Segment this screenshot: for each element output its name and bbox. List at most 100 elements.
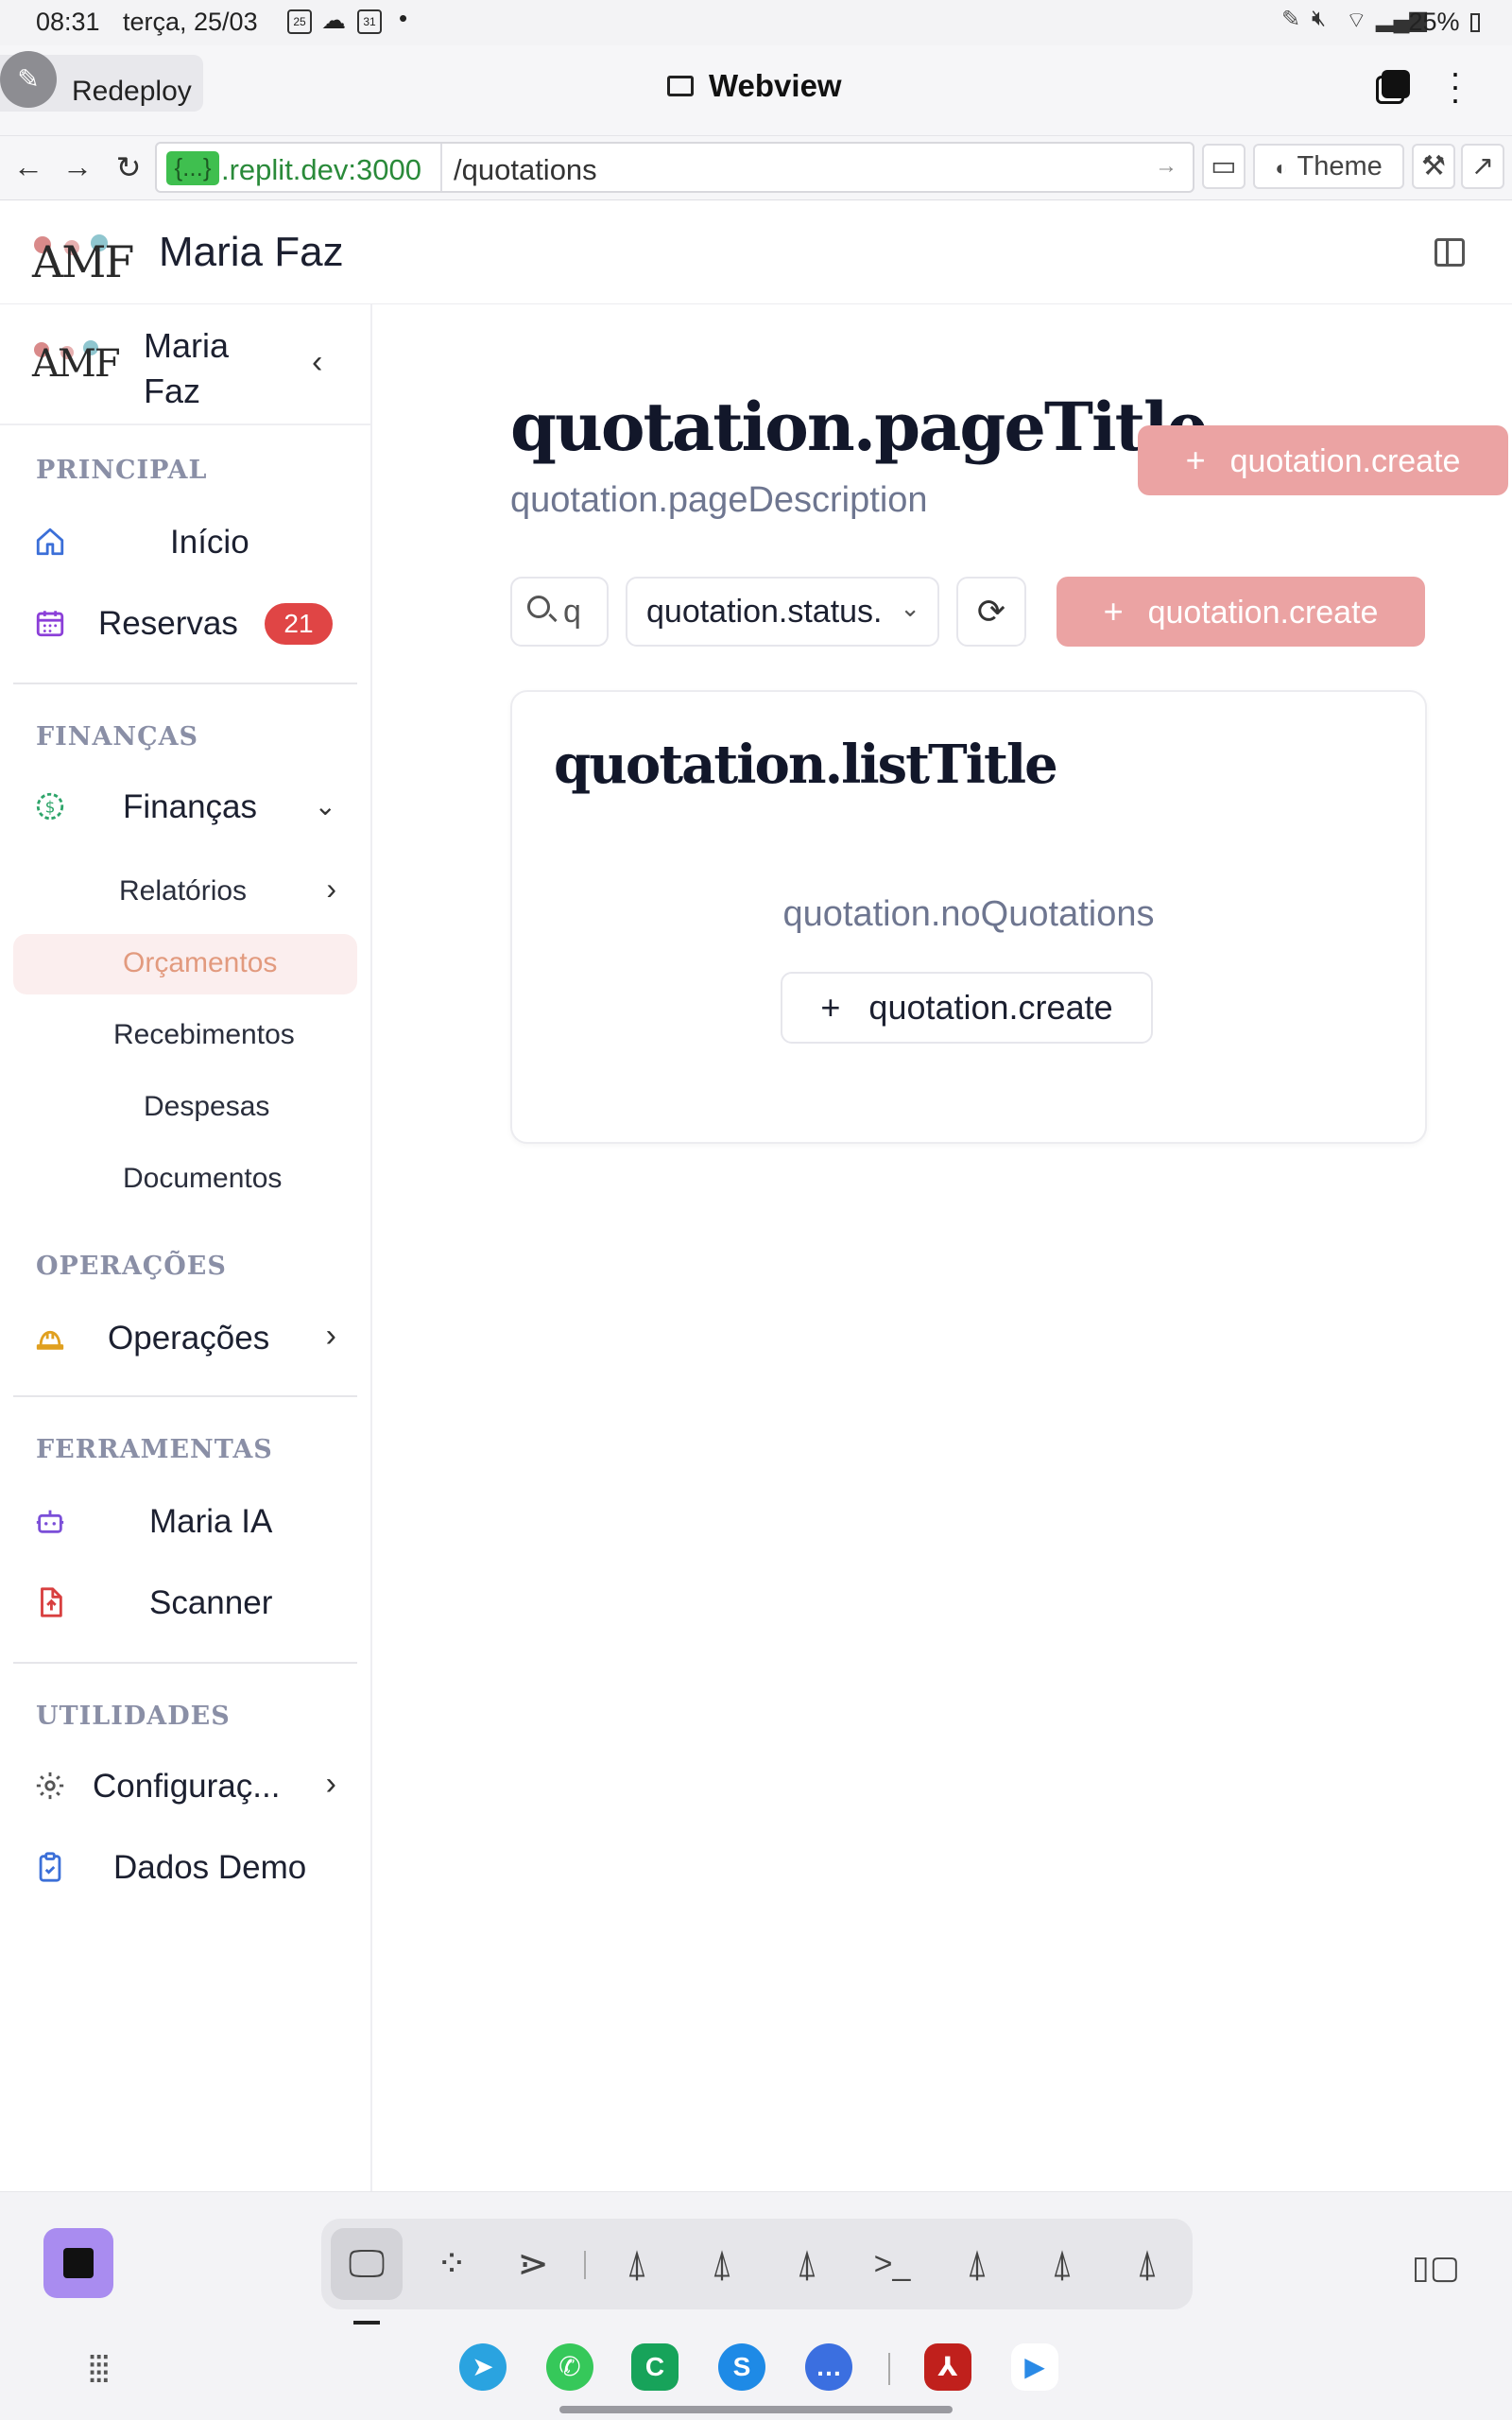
plus-icon: + — [820, 988, 841, 1027]
date: terça, 25/03 — [123, 8, 258, 36]
sidebar-item-label: Maria IA — [149, 1503, 273, 1540]
bot-icon — [36, 1510, 64, 1533]
stop-button[interactable] — [43, 2228, 113, 2298]
palette-icon: ◐ — [1275, 156, 1288, 180]
whatsapp-icon[interactable]: ✆ — [546, 2343, 593, 2391]
sidebar-subitem-label: Documentos — [123, 1163, 283, 1194]
desktop-icon[interactable]: 🖵︎ — [340, 2238, 393, 2290]
split-view-icon[interactable]: ▯▢ — [1412, 2249, 1460, 2287]
wifi-icon: ⌔ — [1346, 8, 1367, 33]
dot-icon: • — [399, 4, 408, 32]
forward-arrow-icon[interactable]: → — [60, 149, 94, 184]
refresh-icon[interactable]: ⟳ — [956, 577, 1026, 647]
play-store-icon[interactable]: ▶ — [1011, 2343, 1058, 2391]
sidebar-toggle-icon[interactable] — [1435, 238, 1465, 267]
tree-icon[interactable]: ⍋ — [951, 2238, 1004, 2290]
tree-icon[interactable]: ⍋ — [1121, 2238, 1174, 2290]
theme-button[interactable]: ◐ Theme — [1253, 144, 1404, 189]
empty-state-text: quotation.noQuotations — [782, 894, 1155, 934]
search-icon — [527, 596, 550, 618]
telegram-icon[interactable]: ➤ — [459, 2343, 507, 2391]
tree-icon[interactable]: ⍋ — [696, 2238, 748, 2290]
plus-icon: + — [1103, 592, 1124, 631]
skype-icon[interactable]: S — [718, 2343, 765, 2391]
host-badge: {...} — [166, 151, 219, 185]
phone-app-icon[interactable]: C — [631, 2343, 679, 2391]
tabs-icon[interactable] — [1376, 70, 1410, 104]
cloud-icon: ☁ — [321, 6, 346, 34]
status-filter-select[interactable]: quotation.status. ⌄ — [626, 577, 939, 647]
tree-icon[interactable]: ⍋ — [781, 2238, 833, 2290]
sidebar-subitem-label: Relatórios — [119, 875, 248, 907]
plus-icon: + — [1185, 441, 1206, 479]
calendar-icon: 25 — [287, 9, 312, 34]
device-preview-icon[interactable]: ▭ — [1202, 144, 1246, 189]
section-title-principal: PRINCIPAL — [36, 456, 208, 485]
address-field[interactable]: {...} .replit.dev:3000 /quotations → — [155, 142, 1194, 193]
devtools-icon[interactable]: ⚒ — [1412, 144, 1455, 189]
monitor-icon — [667, 76, 694, 96]
divider — [13, 683, 357, 684]
sidebar-subitem-label: Recebimentos — [113, 1019, 295, 1050]
create-quotation-toolbar-button[interactable]: + quotation.create — [1057, 577, 1425, 647]
chevron-down-icon: ⌄ — [314, 791, 336, 821]
chevron-left-icon[interactable]: ‹ — [312, 344, 322, 381]
app-drawer-icon[interactable]: ⁞⁞⁞ — [87, 2349, 111, 2392]
branch-icon[interactable]: ⋗ — [507, 2238, 559, 2290]
taskbar: 🖵︎ ⁘ ⋗ ⍋ ⍋ ⍋ >_ ⍋ ⍋ ⍋ — [321, 2219, 1193, 2309]
create-quotation-label: quotation.create — [868, 988, 1113, 1027]
clock: 08:31 — [36, 8, 100, 36]
logo-text: AMF — [32, 342, 121, 386]
app-name: Maria Faz — [159, 229, 344, 275]
clipboard-check-icon — [39, 1852, 61, 1882]
create-quotation-label: quotation.create — [1147, 595, 1379, 631]
search-input[interactable]: q — [510, 577, 609, 647]
sidebar-item-dados-demo[interactable]: Dados Demo — [13, 1834, 357, 1900]
url-path[interactable]: /quotations — [454, 153, 597, 187]
sidebar-header-name-line2: Faz — [144, 372, 201, 410]
create-quotation-button[interactable]: + quotation.create — [1138, 425, 1508, 495]
sidebar-header-name: Maria Faz — [144, 323, 229, 414]
pdf-reader-icon[interactable]: ⅄ — [924, 2343, 971, 2391]
reload-icon[interactable]: ↻ — [112, 149, 146, 185]
sidebar-item-configuracoes[interactable]: Configuraç... › — [13, 1753, 357, 1819]
section-title-ferramentas: FERRAMENTAS — [36, 1435, 273, 1464]
chevron-right-icon: › — [325, 1318, 336, 1354]
sidebar-item-financas[interactable]: $ Finanças ⌄ — [13, 773, 357, 839]
search-value: q — [563, 594, 581, 630]
sidebar-item-reservas[interactable]: Reservas 21 — [13, 590, 357, 656]
logo-text: AMF — [32, 236, 134, 287]
sidebar-subitem-despesas[interactable]: Despesas — [13, 1078, 357, 1138]
sidebar-subitem-orcamentos[interactable]: Orçamentos — [13, 934, 357, 994]
more-vertical-icon[interactable]: · · · — [1446, 56, 1465, 116]
divider — [13, 1662, 357, 1664]
messages-icon[interactable]: … — [805, 2343, 852, 2391]
sidebar-item-label: Reservas — [98, 605, 238, 642]
sidebar-logo: AMF — [32, 333, 127, 389]
gesture-bar — [559, 2406, 953, 2413]
sidebar-item-inicio[interactable]: Início — [13, 509, 357, 575]
dollar-circle-icon: $ — [36, 792, 64, 821]
sidebar-subitem-recebimentos[interactable]: Recebimentos — [13, 1006, 357, 1066]
terminal-icon[interactable]: >_ — [866, 2238, 919, 2290]
sidebar-subitem-documentos[interactable]: Documentos — [13, 1150, 357, 1210]
dock-separator — [888, 2353, 890, 2385]
apps-cluster-icon[interactable]: ⁘ — [425, 2238, 478, 2290]
sidebar-item-operacoes[interactable]: Operações › — [13, 1305, 357, 1371]
sidebar-header-name-line1: Maria — [144, 326, 230, 365]
battery-icon — [1470, 13, 1480, 32]
back-arrow-icon[interactable]: ← — [11, 149, 45, 184]
sidebar-item-maria-ia[interactable]: Maria IA — [13, 1488, 357, 1554]
section-title-operacoes: OPERAÇÕES — [36, 1252, 227, 1281]
go-arrow-icon[interactable]: → — [1155, 153, 1177, 180]
external-link-icon[interactable]: ↗ — [1461, 144, 1504, 189]
system-dock: 🖵︎ ⁘ ⋗ ⍋ ⍋ ⍋ >_ ⍋ ⍋ ⍋ ▯▢ ⁞⁞⁞ ➤ ✆ C S … ⅄… — [0, 2191, 1512, 2420]
main-content: quotation.pageTitle quotation.pageDescri… — [374, 304, 1512, 2191]
create-quotation-empty-button[interactable]: + quotation.create — [781, 972, 1153, 1044]
gear-icon — [36, 1772, 64, 1800]
sidebar-subitem-relatorios[interactable]: Relatórios › — [13, 862, 357, 923]
tree-icon[interactable]: ⍋ — [1036, 2238, 1089, 2290]
url-separator — [440, 144, 442, 191]
sidebar-item-scanner[interactable]: Scanner — [13, 1569, 357, 1635]
tree-icon[interactable]: ⍋ — [610, 2238, 663, 2290]
